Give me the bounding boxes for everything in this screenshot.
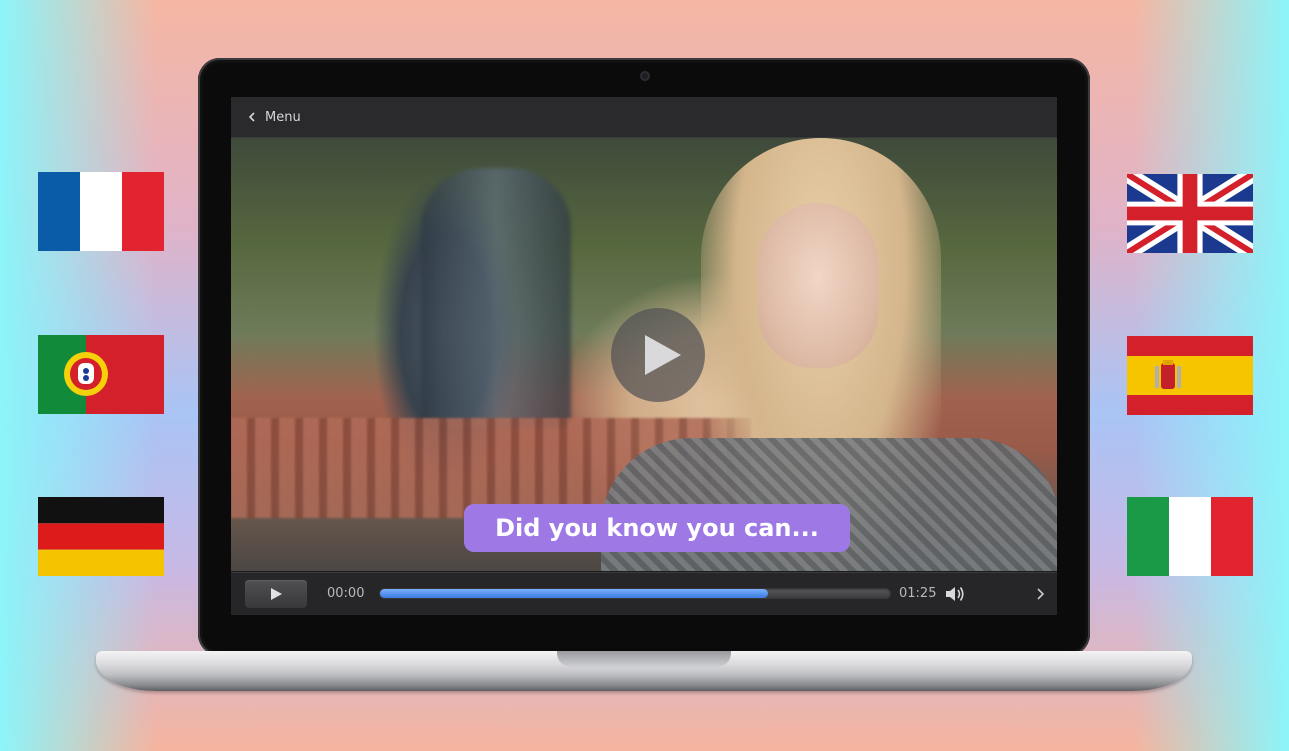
play-icon — [645, 335, 681, 375]
video-player: Menu Did you know you can... 00:00 01:25 — [231, 97, 1057, 615]
camera-icon — [640, 71, 650, 81]
menu-back-button[interactable]: Menu — [247, 110, 301, 125]
subtitle-caption: Did you know you can... — [464, 504, 850, 552]
flag-france-icon — [38, 172, 164, 251]
flag-spain-icon — [1127, 336, 1253, 415]
chevron-right-icon[interactable] — [1035, 587, 1045, 601]
volume-icon[interactable] — [944, 584, 966, 604]
player-top-bar: Menu — [231, 97, 1057, 138]
progress-fill — [380, 589, 768, 598]
person-face — [758, 203, 878, 368]
flag-germany-icon — [38, 497, 164, 576]
background-pillar — [421, 168, 571, 428]
current-time: 00:00 — [327, 586, 365, 601]
flag-portugal-icon — [38, 335, 164, 414]
player-controls: 00:00 01:25 — [231, 572, 1057, 615]
chevron-left-icon — [248, 112, 255, 122]
total-time: 01:25 — [899, 586, 937, 601]
progress-bar[interactable] — [379, 588, 891, 599]
flag-italy-icon — [1127, 497, 1253, 576]
flag-uk-icon — [1127, 174, 1253, 253]
video-frame[interactable]: Did you know you can... — [231, 138, 1057, 571]
laptop-hinge-notch — [557, 651, 731, 667]
big-play-button[interactable] — [611, 308, 705, 402]
play-icon — [271, 588, 282, 600]
menu-label: Menu — [265, 109, 301, 125]
play-button[interactable] — [245, 580, 307, 608]
